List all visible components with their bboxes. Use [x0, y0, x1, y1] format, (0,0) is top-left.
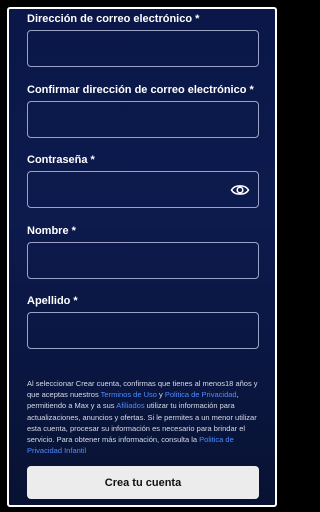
- signup-form: Dirección de correo electrónico * Confirm…: [9, 9, 275, 505]
- required-mark: *: [90, 154, 95, 166]
- email-label-text: Dirección de correo electrónico: [27, 13, 193, 25]
- privacy-policy-link[interactable]: Politica de Privacidad: [165, 390, 237, 399]
- required-mark: *: [73, 295, 78, 307]
- device-frame: Dirección de correo electrónico * Confirm…: [7, 7, 277, 507]
- required-mark: *: [195, 13, 200, 25]
- required-mark: *: [71, 225, 76, 237]
- email-label: Dirección de correo electrónico *: [27, 13, 199, 26]
- eye-icon[interactable]: [230, 181, 250, 199]
- password-label-text: Contraseña: [27, 154, 88, 166]
- legal-disclaimer: Al seleccionar Crear cuenta, confirmas q…: [27, 378, 259, 456]
- email-field[interactable]: [27, 30, 259, 67]
- last-name-input[interactable]: [28, 313, 258, 348]
- legal-text-2: y: [156, 390, 165, 400]
- required-mark: *: [249, 84, 254, 96]
- last-name-label: Apellido *: [27, 295, 78, 308]
- password-input[interactable]: [28, 172, 258, 207]
- create-account-button[interactable]: Crea tu cuenta: [27, 466, 259, 499]
- terms-of-use-link[interactable]: Terminos de Uso: [101, 390, 157, 399]
- confirm-email-label: Confirmar dirección de correo electrónic…: [27, 84, 254, 97]
- confirm-email-label-text: Confirmar dirección de correo electrónic…: [27, 84, 247, 96]
- first-name-label-text: Nombre: [27, 225, 69, 237]
- confirm-email-field[interactable]: [27, 101, 259, 138]
- first-name-field[interactable]: [27, 242, 259, 279]
- confirm-email-input[interactable]: [28, 102, 258, 137]
- first-name-label: Nombre *: [27, 225, 76, 238]
- password-label: Contraseña *: [27, 154, 95, 167]
- email-input[interactable]: [28, 31, 258, 66]
- last-name-label-text: Apellido: [27, 295, 71, 307]
- password-field[interactable]: [27, 171, 259, 208]
- affiliates-link[interactable]: Afiliados: [116, 401, 144, 410]
- last-name-field[interactable]: [27, 312, 259, 349]
- first-name-input[interactable]: [28, 243, 258, 278]
